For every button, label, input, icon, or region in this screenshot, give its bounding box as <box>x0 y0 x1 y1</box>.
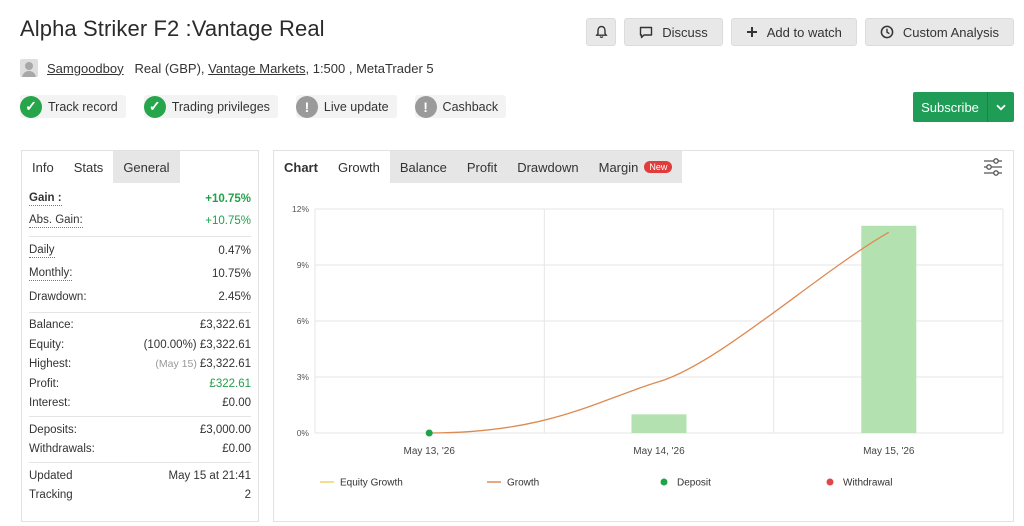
bell-icon <box>595 25 608 39</box>
stat-monthly: Monthly: 10.75% <box>29 267 251 281</box>
stat-tracking: Tracking 2 <box>29 489 251 502</box>
legend-swatch <box>660 478 668 486</box>
add-to-watch-button[interactable]: Add to watch <box>730 18 857 46</box>
discuss-button[interactable]: Discuss <box>624 18 723 46</box>
chart-legend: Equity Growth Growth Deposit Withdrawal <box>320 478 892 489</box>
user-link[interactable]: Samgoodboy <box>47 61 124 76</box>
highest-date: (May 15) <box>155 358 197 371</box>
clock-icon <box>880 25 894 39</box>
chat-icon <box>640 26 653 38</box>
tab-growth[interactable]: Growth <box>328 151 390 183</box>
y-tick-label: 3% <box>297 372 310 382</box>
check-icon: ✓ <box>143 95 166 118</box>
stat-daily: Daily 0.47% <box>29 244 251 258</box>
x-tick-label: May 13, '26 <box>404 446 456 457</box>
stat-interest: Interest: £0.00 <box>29 397 251 410</box>
growth-line[interactable] <box>429 231 890 434</box>
stat-withdrawals: Withdrawals: £0.00 <box>29 443 251 456</box>
check-icon: ✓ <box>20 95 42 118</box>
stat-profit: Profit: £322.61 <box>29 377 251 390</box>
stat-gain: Gain : +10.75% <box>29 191 251 206</box>
y-tick-label: 9% <box>297 260 310 270</box>
growth-bar[interactable] <box>861 225 917 433</box>
stat-updated: Updated May 15 at 21:41 <box>29 469 251 482</box>
stat-highest: Highest: (May 15) £3,322.61 <box>29 358 251 371</box>
stat-balance: Balance: £3,322.61 <box>29 319 251 332</box>
subscribe-button-group: Subscribe <box>913 92 1014 122</box>
custom-analysis-label: Custom Analysis <box>902 24 999 40</box>
tab-info[interactable]: Info <box>22 151 64 183</box>
header-actions: Discuss Add to watch Custom Analysis <box>586 18 1014 46</box>
stat-abs-gain: Abs. Gain: +10.75% <box>29 213 251 228</box>
add-to-watch-label: Add to watch <box>766 24 842 40</box>
tab-general[interactable]: General <box>113 151 180 183</box>
discuss-label: Discuss <box>662 24 708 40</box>
plus-icon <box>746 27 757 37</box>
legend-item[interactable]: Growth <box>507 478 539 489</box>
stats-list: Gain : +10.75% Abs. Gain: +10.75% Daily … <box>22 183 258 505</box>
page-title: Alpha Striker F2 :Vantage Real <box>20 16 325 41</box>
stat-equity: Equity: (100.00%) £3,322.61 <box>29 338 251 351</box>
avatar <box>20 59 38 77</box>
tab-drawdown[interactable]: Drawdown <box>507 151 589 183</box>
tab-balance[interactable]: Balance <box>389 151 457 183</box>
chart-settings-button[interactable] <box>983 158 1003 179</box>
subscribe-button[interactable]: Subscribe <box>913 92 987 122</box>
badge-cashback[interactable]: ! Cashback <box>414 95 507 118</box>
x-tick-label: May 15, '26 <box>863 446 915 457</box>
subscribe-dropdown[interactable] <box>987 92 1014 122</box>
chart-heading: Chart <box>284 159 318 175</box>
x-tick-label: May 14, '26 <box>633 446 685 457</box>
y-axis-ticks: 0% 3% 6% 9% 12% <box>292 204 309 438</box>
legend-item[interactable]: Equity Growth <box>340 478 403 489</box>
divider <box>29 462 251 463</box>
legend-item[interactable]: Deposit <box>677 478 711 489</box>
exclamation-icon: ! <box>414 95 437 118</box>
tab-stats[interactable]: Stats <box>64 151 114 183</box>
account-type: Real (GBP), <box>134 60 205 76</box>
y-tick-label: 0% <box>297 428 310 438</box>
broker-link[interactable]: Vantage Markets <box>208 61 305 76</box>
divider <box>29 416 251 417</box>
growth-line-layer <box>425 231 890 437</box>
divider <box>29 235 251 237</box>
divider <box>29 311 251 313</box>
x-axis-ticks: May 13, '26 May 14, '26 May 15, '26 <box>404 446 915 457</box>
stats-tabs: Info Stats General <box>22 151 258 183</box>
chart-panel: Chart Growth Balance Profit Drawdown Mar… <box>273 150 1014 522</box>
y-tick-label: 12% <box>292 204 309 214</box>
chevron-down-icon <box>996 104 1006 110</box>
tab-profit[interactable]: Profit <box>456 151 508 183</box>
stat-drawdown: Drawdown: 2.45% <box>29 291 251 303</box>
tab-margin[interactable]: Margin New <box>588 151 683 183</box>
exclamation-icon: ! <box>295 95 318 118</box>
legend-swatch <box>826 478 834 486</box>
growth-bar[interactable] <box>631 414 687 433</box>
stat-deposits: Deposits: £3,000.00 <box>29 423 251 436</box>
notify-button[interactable] <box>586 18 617 46</box>
y-tick-label: 6% <box>297 316 310 326</box>
account-details: , 1:500 , MetaTrader 5 <box>305 60 434 76</box>
custom-analysis-button[interactable]: Custom Analysis <box>864 18 1014 46</box>
badge-track-record[interactable]: ✓ Track record <box>20 95 126 118</box>
stats-panel: Info Stats General Gain : +10.75% Abs. G… <box>21 150 259 522</box>
new-badge: New <box>644 161 673 173</box>
sliders-icon <box>984 158 1002 176</box>
chart-tabs: Chart Growth Balance Profit Drawdown Mar… <box>274 151 1013 183</box>
badge-live-update[interactable]: ! Live update <box>295 95 397 118</box>
account-info: Samgoodboy Real (GBP), Vantage Markets ,… <box>20 59 434 77</box>
growth-chart: 0% 3% 6% 9% 12% May 13, '26 May 14, '26 May 15… <box>292 204 1004 489</box>
badge-trading-privileges[interactable]: ✓ Trading privileges <box>143 95 278 118</box>
legend-item[interactable]: Withdrawal <box>843 478 892 489</box>
deposit-marker[interactable] <box>425 429 433 437</box>
verification-badges: ✓ Track record ✓ Trading privileges ! Li… <box>20 95 507 118</box>
